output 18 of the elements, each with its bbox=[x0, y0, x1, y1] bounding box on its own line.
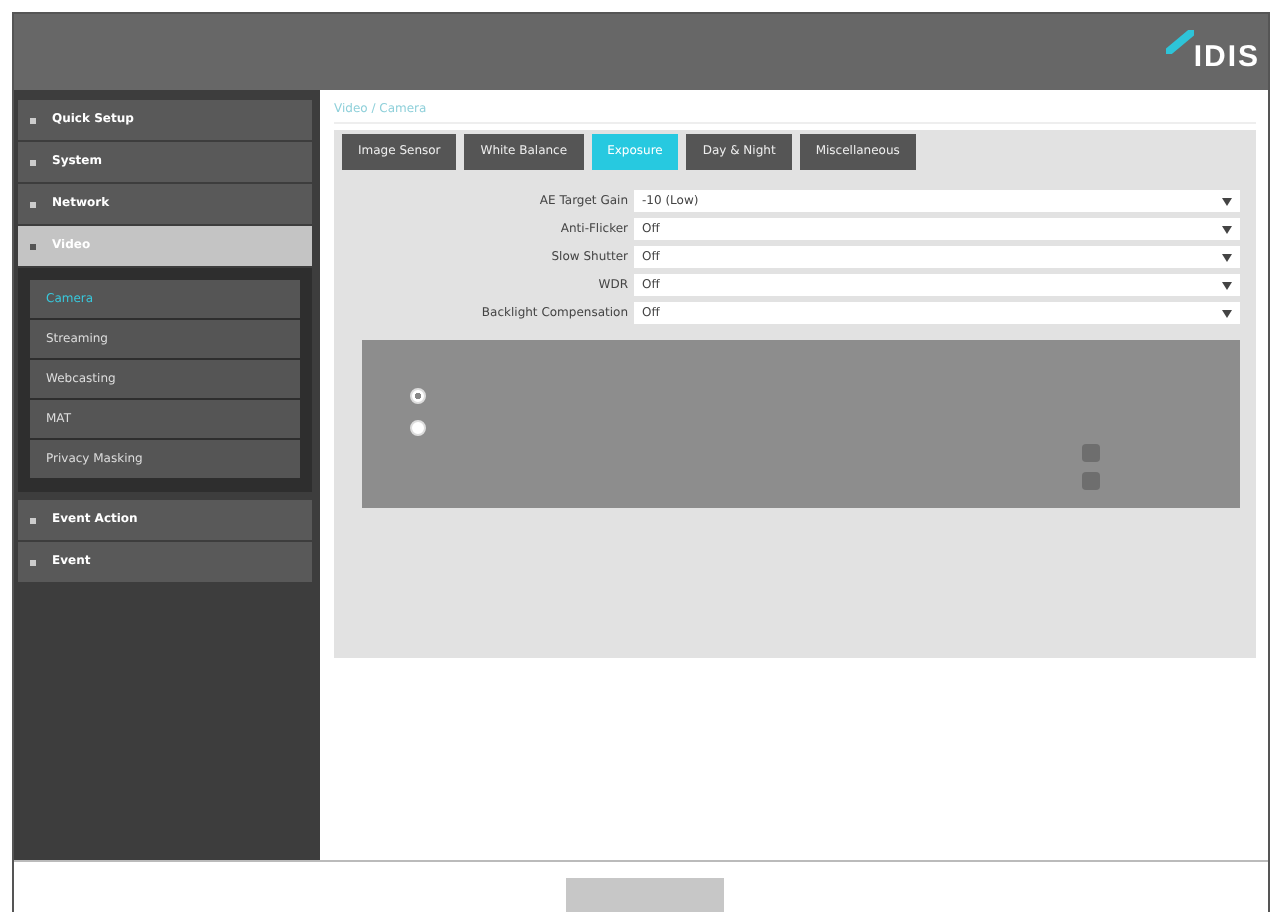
checkbox[interactable] bbox=[1082, 472, 1100, 490]
caret-icon bbox=[1222, 309, 1232, 317]
caret-icon bbox=[1222, 281, 1232, 289]
caret-icon bbox=[1222, 197, 1232, 205]
bullet-icon bbox=[30, 159, 36, 165]
caret-icon bbox=[1222, 253, 1232, 261]
footer-button[interactable] bbox=[566, 878, 724, 912]
logo-icon bbox=[1165, 30, 1194, 54]
bullet-icon bbox=[30, 243, 36, 249]
checkbox[interactable] bbox=[1082, 444, 1100, 462]
radio-button[interactable] bbox=[410, 388, 426, 404]
caret-icon bbox=[1222, 225, 1232, 233]
bullet-icon bbox=[30, 559, 36, 565]
bullet-icon bbox=[30, 517, 36, 523]
bullet-icon bbox=[30, 201, 36, 207]
bullet-icon bbox=[30, 117, 36, 123]
radio-button[interactable] bbox=[410, 420, 426, 436]
logo-text: IDIS bbox=[1193, 40, 1260, 74]
